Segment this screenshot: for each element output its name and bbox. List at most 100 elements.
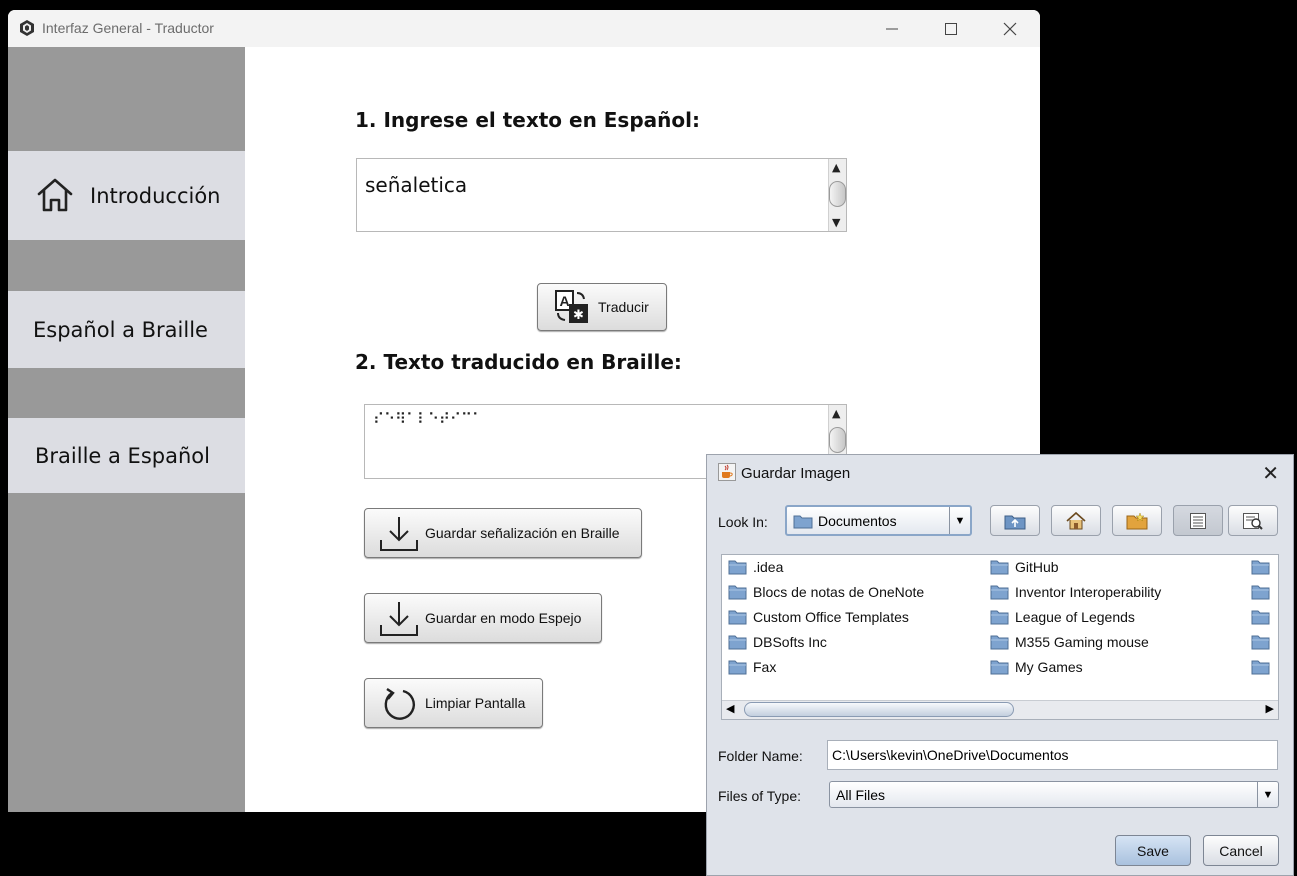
file-list-item[interactable]: Blocs de notas de OneNote [728, 584, 924, 600]
file-list-item-partial[interactable] [1251, 659, 1276, 675]
file-name: .idea [753, 559, 784, 575]
spanish-text-input[interactable]: señaletica ▲ ▼ [356, 158, 847, 232]
details-view-icon [1243, 512, 1263, 530]
scroll-up-icon[interactable]: ▲ [832, 407, 840, 420]
file-list-item-partial[interactable] [1251, 584, 1276, 600]
look-in-label: Look In: [718, 514, 768, 530]
download-icon [380, 602, 418, 636]
cancel-button-label: Cancel [1219, 842, 1263, 859]
svg-text:A: A [559, 293, 569, 309]
files-of-type-combo[interactable]: All Files ▼ [829, 781, 1279, 808]
folder-icon [990, 585, 1009, 600]
close-button[interactable] [981, 10, 1039, 47]
file-list-item[interactable]: League of Legends [990, 609, 1135, 625]
file-name: League of Legends [1015, 609, 1135, 625]
svg-text:✱: ✱ [573, 308, 584, 323]
save-mirror-label: Guardar en modo Espejo [425, 610, 582, 626]
folder-icon [728, 660, 747, 675]
files-of-type-value: All Files [836, 787, 886, 803]
list-view-icon [1190, 512, 1206, 529]
sidebar-item-label: Español a Braille [33, 317, 208, 342]
details-view-button[interactable] [1228, 505, 1278, 536]
scroll-up-icon[interactable]: ▲ [832, 161, 840, 174]
file-name: GitHub [1015, 559, 1059, 575]
sidebar-item-label: Introducción [90, 183, 221, 208]
close-icon [1003, 22, 1017, 35]
file-list-item[interactable]: My Games [990, 659, 1083, 675]
look-in-combo[interactable]: Documentos ▼ [785, 505, 972, 536]
file-list-item[interactable]: .idea [728, 559, 783, 575]
file-list-item-partial[interactable] [1251, 634, 1276, 650]
folder-icon [990, 610, 1009, 625]
scroll-left-icon[interactable]: ◀ [726, 702, 734, 715]
sidebar-item-espanol-a-braille[interactable]: Español a Braille [8, 291, 245, 368]
scroll-thumb[interactable] [829, 427, 846, 453]
folder-icon [1251, 610, 1270, 625]
folder-icon [990, 560, 1009, 575]
folder-icon [990, 660, 1009, 675]
file-list-item[interactable]: Inventor Interoperability [990, 584, 1161, 600]
folder-name-value: C:\Users\kevin\OneDrive\Documentos [832, 747, 1069, 763]
translate-button[interactable]: A ✱ Traducir [537, 283, 667, 331]
folder-icon [1251, 660, 1270, 675]
minimize-icon [886, 28, 898, 29]
cancel-button[interactable]: Cancel [1203, 835, 1279, 866]
save-mirror-button[interactable]: Guardar en modo Espejo [364, 593, 602, 643]
folder-icon [728, 585, 747, 600]
folder-name-field[interactable]: C:\Users\kevin\OneDrive\Documentos [827, 740, 1278, 770]
folder-icon [1251, 560, 1270, 575]
file-name: My Games [1015, 659, 1083, 675]
save-button[interactable]: Save [1115, 835, 1191, 866]
input-heading: 1. Ingrese el texto en Español: [355, 108, 700, 132]
folder-name-label: Folder Name: [718, 748, 803, 764]
clear-screen-button[interactable]: Limpiar Pantalla [364, 678, 543, 728]
dialog-title: Guardar Imagen [741, 465, 851, 482]
file-name: Custom Office Templates [753, 609, 909, 625]
minimize-button[interactable] [863, 10, 921, 47]
scroll-thumb[interactable] [829, 181, 846, 207]
save-braille-label: Guardar señalización en Braille [425, 525, 620, 541]
file-name: M355 Gaming mouse [1015, 634, 1149, 650]
list-view-button[interactable] [1173, 505, 1223, 536]
file-list-item[interactable]: M355 Gaming mouse [990, 634, 1149, 650]
file-list-item-partial[interactable] [1251, 559, 1276, 575]
dropdown-arrow-icon[interactable]: ▼ [1257, 782, 1278, 807]
clear-screen-label: Limpiar Pantalla [425, 695, 526, 711]
home-folder-button[interactable] [1051, 505, 1101, 536]
java-cup-icon [718, 463, 736, 481]
output-heading: 2. Texto traducido en Braille: [355, 350, 682, 374]
sidebar-item-label: Braille a Español [35, 443, 210, 468]
scroll-down-icon[interactable]: ▼ [832, 216, 840, 229]
file-list-item-partial[interactable] [1251, 609, 1276, 625]
horizontal-scrollbar[interactable]: ◀ ▶ [722, 700, 1278, 719]
file-list-item[interactable]: Custom Office Templates [728, 609, 909, 625]
java-app-icon [20, 20, 34, 36]
download-icon [380, 517, 418, 551]
dropdown-arrow-icon[interactable]: ▼ [949, 507, 970, 534]
translate-button-label: Traducir [598, 299, 649, 315]
file-list[interactable]: .idea Blocs de notas de OneNote Custom Off… [721, 554, 1279, 720]
folder-icon [728, 560, 747, 575]
up-folder-button[interactable] [990, 505, 1040, 536]
sidebar-item-introduccion[interactable]: Introducción [8, 151, 245, 240]
braille-output-value: ⠎⠑⠻⠁⠇⠑⠞⠊⠉⠁ [373, 410, 483, 428]
files-of-type-label: Files of Type: [718, 788, 802, 804]
new-folder-button[interactable] [1112, 505, 1162, 536]
new-folder-icon [1126, 511, 1148, 529]
sidebar: Introducción Español a Braille Braille a… [8, 47, 245, 812]
scroll-right-icon[interactable]: ▶ [1266, 702, 1274, 715]
maximize-button[interactable] [922, 10, 980, 47]
file-name: Fax [753, 659, 777, 675]
scroll-thumb[interactable] [744, 702, 1014, 717]
folder-icon [990, 635, 1009, 650]
look-in-value: Documentos [818, 513, 897, 529]
save-braille-button[interactable]: Guardar señalización en Braille [364, 508, 642, 558]
maximize-icon [945, 22, 957, 35]
dialog-close-icon[interactable]: ✕ [1262, 461, 1279, 486]
file-list-item[interactable]: DBSofts Inc [728, 634, 827, 650]
file-list-item[interactable]: Fax [728, 659, 776, 675]
folder-icon [793, 515, 813, 529]
file-list-item[interactable]: GitHub [990, 559, 1059, 575]
input-scrollbar[interactable]: ▲ ▼ [828, 159, 846, 231]
sidebar-item-braille-a-espanol[interactable]: Braille a Español [8, 418, 245, 493]
